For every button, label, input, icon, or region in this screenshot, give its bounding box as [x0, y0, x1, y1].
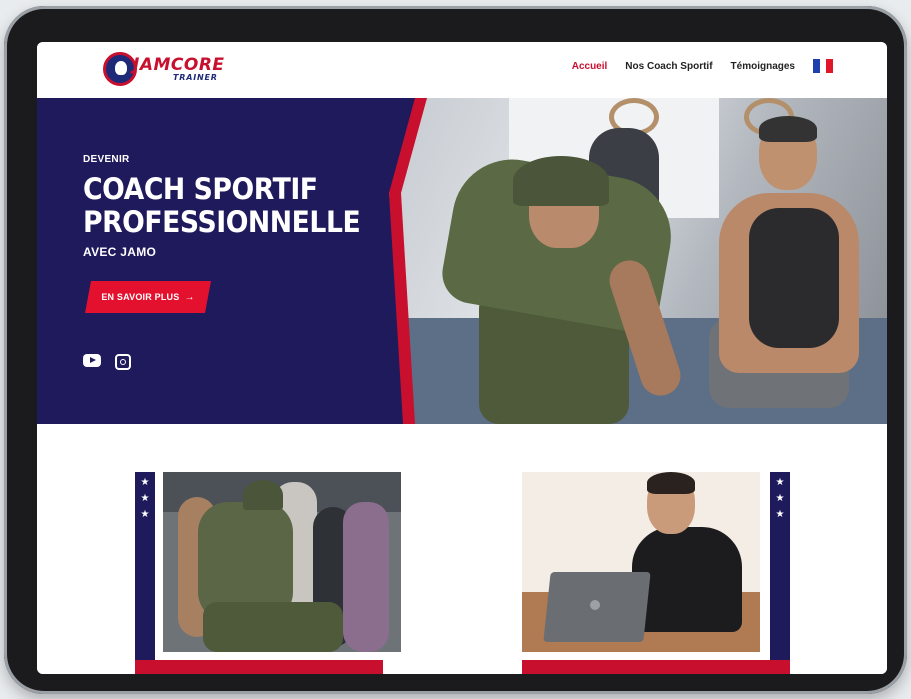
logo-subtext: TRAINER [173, 73, 218, 82]
star-icon: ★ [775, 493, 785, 504]
hero-eyebrow: DEVENIR [83, 154, 130, 165]
hero-title: COACH SPORTIF PROFESSIONNELLE [83, 172, 361, 239]
stars-column: ★ ★ ★ [135, 472, 155, 674]
stars-column: ★ ★ ★ [770, 472, 790, 674]
feature-cards: ★ ★ ★ ★ ★ ★ [37, 424, 887, 674]
star-icon: ★ [140, 493, 150, 504]
card-red-bar [522, 660, 790, 674]
star-icon: ★ [775, 477, 785, 488]
social-links [83, 354, 131, 370]
star-icon: ★ [140, 477, 150, 488]
en-savoir-plus-button[interactable]: EN SAVOIR PLUS → [85, 281, 211, 313]
photo-coach-on-phone [522, 472, 760, 652]
logo-mark-icon [103, 52, 137, 86]
french-flag-icon[interactable] [813, 59, 834, 73]
nav-item-accueil[interactable]: Accueil [572, 61, 608, 72]
hero-title-line-2: PROFESSIONNELLE [83, 205, 361, 239]
logo-text: JAMCORE [133, 55, 225, 75]
nav-item-nos-coach-sportif[interactable]: Nos Coach Sportif [625, 61, 712, 72]
youtube-icon[interactable] [83, 354, 101, 367]
website-screen: JAMCORE TRAINER Accueil Nos Coach Sporti… [37, 42, 887, 674]
hero-subtitle: AVEC JAMO [83, 245, 157, 259]
star-icon: ★ [775, 509, 785, 520]
main-nav: Accueil Nos Coach Sportif Témoignages [572, 59, 834, 73]
nav-item-temoignages[interactable]: Témoignages [731, 61, 795, 72]
cta-label: EN SAVOIR PLUS [101, 292, 180, 302]
site-logo[interactable]: JAMCORE TRAINER [103, 48, 233, 88]
photo-group-training [163, 472, 401, 652]
card-red-bar [135, 660, 383, 674]
star-icon: ★ [140, 509, 150, 520]
card-coaching-online[interactable]: ★ ★ ★ [522, 472, 790, 674]
tablet-frame: JAMCORE TRAINER Accueil Nos Coach Sporti… [4, 6, 907, 694]
arrow-right-icon: → [184, 291, 195, 303]
site-header: JAMCORE TRAINER Accueil Nos Coach Sporti… [37, 42, 887, 98]
hero-panel [37, 98, 427, 424]
hero-section: DEVENIR COACH SPORTIF PROFESSIONNELLE AV… [37, 98, 887, 424]
instagram-icon[interactable] [115, 354, 131, 370]
hero-photo-coaches [389, 98, 887, 424]
hero-title-line-1: COACH SPORTIF [83, 172, 318, 206]
card-coaching-group[interactable]: ★ ★ ★ [135, 472, 403, 674]
hero-text-block: DEVENIR COACH SPORTIF PROFESSIONNELLE AV… [83, 154, 384, 259]
